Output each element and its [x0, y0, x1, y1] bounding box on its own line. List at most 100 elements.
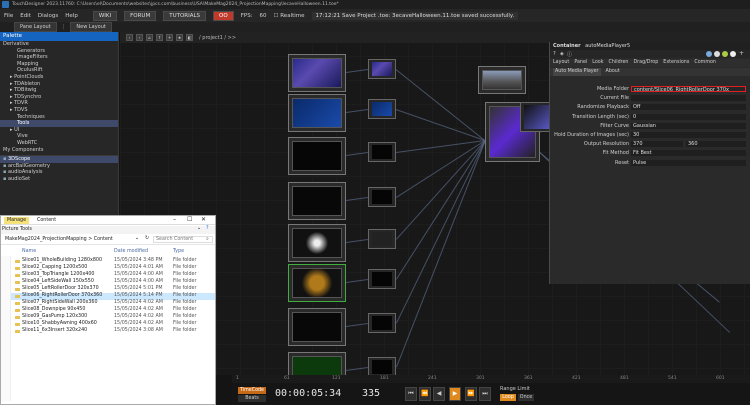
column-type[interactable]: Type: [173, 249, 184, 254]
movie-file-node[interactable]: [368, 59, 396, 79]
palette-item[interactable]: Techniques: [0, 114, 118, 121]
palette-item[interactable]: ▸ TDAbleton: [0, 81, 118, 88]
param-value-field[interactable]: Pulse: [631, 159, 746, 166]
folder-row[interactable]: Slice02_Capping 1200x500 15/05/2024 4:01 …: [1, 265, 215, 272]
movie-file-node[interactable]: [368, 99, 396, 119]
bookmark-icon[interactable]: ★: [176, 34, 183, 41]
wiki-button[interactable]: WIKI: [92, 10, 118, 21]
folder-row[interactable]: Slice05_LeftRollerDoor 320x370 15/05/2024…: [1, 286, 215, 293]
timecode-display[interactable]: 00:00:05:34: [275, 388, 341, 399]
frame-counter[interactable]: 335: [362, 388, 380, 399]
param-value-field[interactable]: Off: [631, 104, 746, 111]
timecode-toggle[interactable]: TimeCode: [238, 387, 266, 394]
param-value-field[interactable]: 30: [631, 132, 746, 138]
folder-row[interactable]: Slice01_WholeBuilding 1280x800 15/05/2024…: [1, 258, 215, 265]
step-back-icon[interactable]: ⏪: [419, 387, 431, 401]
movie-file-node[interactable]: [368, 269, 396, 289]
close-icon[interactable]: ✕: [201, 216, 206, 223]
new-layout-tab[interactable]: New Layout: [70, 22, 112, 32]
palette-item[interactable]: ▸ TDSynchro: [0, 94, 118, 101]
tab-look[interactable]: Look: [592, 59, 603, 67]
tutorials-button[interactable]: TUTORIALS: [163, 10, 207, 21]
realtime-toggle[interactable]: ☐ Realtime: [274, 13, 305, 19]
tab-about[interactable]: About: [606, 68, 620, 76]
menu-help[interactable]: Help: [65, 13, 78, 19]
oo-indicator-button[interactable]: OO: [213, 10, 234, 21]
once-toggle[interactable]: Once: [518, 394, 534, 401]
movie-file-node[interactable]: [368, 142, 396, 162]
search-box[interactable]: Search Content ⌕: [153, 236, 213, 243]
add-param-icon[interactable]: +: [739, 50, 744, 57]
palette-item[interactable]: ▸ TDVS: [0, 107, 118, 114]
palette-item[interactable]: ImageFilters: [0, 54, 118, 61]
palette-item[interactable]: Mapping: [0, 61, 118, 68]
forum-button[interactable]: FORUM: [124, 10, 157, 21]
refresh-icon[interactable]: ↻: [145, 236, 149, 241]
render-icon[interactable]: [730, 51, 736, 57]
folder-row[interactable]: Slice08_Downpipe 90x450 15/05/2024 4:02 A…: [1, 307, 215, 314]
tab-drag-drop[interactable]: Drag/Drop: [633, 59, 658, 67]
palette-component[interactable]: ▪ 3DScope: [0, 156, 118, 163]
python-icon[interactable]: ◈: [560, 51, 564, 57]
folder-row[interactable]: Slice09_GasPump 120x300 15/05/2024 4:02 A…: [1, 314, 215, 321]
palette-item[interactable]: OculusRift: [0, 67, 118, 74]
base-comp-node[interactable]: [288, 352, 346, 375]
param-value-field[interactable]: 0: [631, 113, 746, 120]
loop-toggle[interactable]: Loop: [500, 394, 516, 401]
column-name[interactable]: Name: [22, 249, 36, 254]
column-date[interactable]: Date modified: [114, 249, 148, 254]
view-icon[interactable]: ◧: [186, 34, 193, 41]
folder-row[interactable]: Slice07_RightSideWall 200x360 15/05/2024 …: [1, 300, 215, 307]
tab-auto-media-player[interactable]: Auto Media Player: [553, 68, 601, 76]
forward-icon[interactable]: ›: [136, 34, 143, 41]
param-value-field[interactable]: 370: [631, 141, 683, 148]
building-preview-node[interactable]: [478, 66, 526, 94]
tab-common[interactable]: Common: [694, 59, 716, 67]
menu-edit[interactable]: Edit: [20, 13, 31, 19]
movie-file-node[interactable]: [368, 187, 396, 207]
folder-row[interactable]: Slice04_LeftSideWall 150x550 15/05/2024 4…: [1, 279, 215, 286]
base-comp-node[interactable]: [288, 224, 346, 262]
palette-item[interactable]: Tools: [0, 120, 118, 127]
palette-item[interactable]: ▸ TDVR: [0, 100, 118, 107]
movie-file-node[interactable]: [368, 313, 396, 333]
viewer-icon[interactable]: [706, 51, 712, 57]
skip-end-icon[interactable]: ⏭: [479, 387, 491, 401]
cook-icon[interactable]: [714, 51, 720, 57]
folder-row[interactable]: Slice10_ShabbyAwning 400x60 15/05/2024 4:…: [1, 321, 215, 328]
param-value-field[interactable]: [631, 95, 746, 102]
movie-file-node[interactable]: [368, 229, 396, 249]
param-value-field-2[interactable]: 360: [686, 141, 746, 148]
base-comp-node[interactable]: [288, 137, 346, 175]
home-icon[interactable]: ⌂: [146, 34, 153, 41]
tab-children[interactable]: Children: [609, 59, 629, 67]
ribbon-tab-content[interactable]: Content: [37, 217, 56, 224]
palette-item[interactable]: My Components: [0, 147, 118, 154]
palette-component[interactable]: ▪ audioAnalysis: [0, 169, 118, 176]
pane-layout-tab[interactable]: Pane Layout: [14, 22, 57, 32]
palette-item[interactable]: WebRTC: [0, 140, 118, 147]
step-forward-icon[interactable]: ⏩: [465, 387, 477, 401]
param-value-field[interactable]: Fit Best: [631, 150, 746, 157]
info-icon[interactable]: ⓘ: [567, 51, 572, 58]
timeline-ruler[interactable]: 1 61 121 181 241 301 361 421 481 541 601: [232, 375, 750, 383]
play-back-icon[interactable]: ◀: [433, 387, 445, 401]
play-icon[interactable]: ▶: [449, 387, 461, 401]
param-value-field[interactable]: content/Slice06_RightRollerDoor 370x: [631, 86, 746, 92]
folder-row[interactable]: Slice11_6x3Insert 320x240 15/05/2024 3:08…: [1, 328, 215, 335]
maximize-icon[interactable]: ☐: [187, 216, 192, 223]
question-icon[interactable]: ?: [553, 51, 556, 57]
base-comp-node[interactable]: [288, 308, 346, 346]
add-icon[interactable]: +: [166, 34, 173, 41]
menu-file[interactable]: File: [4, 13, 13, 19]
tab-panel[interactable]: Panel: [574, 59, 587, 67]
menu-dialogs[interactable]: Dialogs: [38, 13, 58, 19]
palette-item[interactable]: ▸ PointClouds: [0, 74, 118, 81]
palette-item[interactable]: Generators: [0, 48, 118, 55]
beats-toggle[interactable]: Beats: [238, 395, 266, 402]
chevron-down-icon[interactable]: ⌄: [197, 226, 201, 231]
skip-start-icon[interactable]: ⏮: [405, 387, 417, 401]
base-comp-node[interactable]: [288, 182, 346, 220]
minimize-icon[interactable]: –: [173, 216, 176, 223]
palette-item[interactable]: Derivative: [0, 41, 118, 48]
